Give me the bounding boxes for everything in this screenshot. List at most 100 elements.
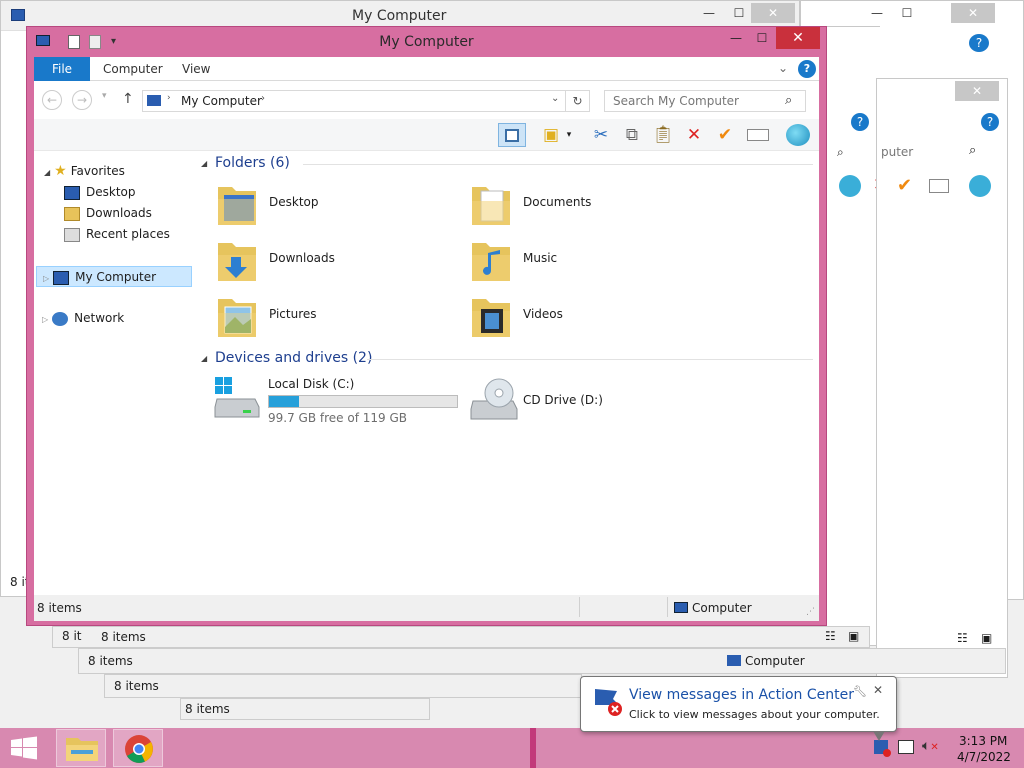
folder-desktop[interactable]: Desktop (215, 179, 455, 231)
help-icon[interactable]: ? (798, 60, 816, 78)
delete-icon[interactable]: ✕ (680, 123, 708, 147)
search-icon[interactable]: ⌕ (837, 145, 844, 160)
nav-network[interactable]: ▷ Network (42, 308, 124, 328)
folders-group-header[interactable]: Folders (6) (215, 155, 290, 171)
volume-muted-icon[interactable]: 🔈︎✕ (922, 738, 939, 754)
window-status-bar: 8 items Computer ⋰ (34, 595, 819, 621)
documents-folder-icon (469, 179, 513, 227)
start-button[interactable] (0, 728, 48, 768)
drive-local-disk[interactable]: Local Disk (C:) 99.7 GB free of 119 GB (213, 371, 463, 427)
details-view-icon[interactable]: ☷ (825, 629, 836, 643)
taskbar-open-window-strip[interactable] (530, 728, 536, 768)
preview-pane-icon[interactable] (498, 123, 526, 147)
properties-icon[interactable] (929, 179, 949, 193)
expand-icon[interactable]: ▷ (43, 274, 49, 283)
drive-cd[interactable]: CD Drive (D:) (469, 371, 709, 427)
maximize-button[interactable]: ☐ (747, 27, 777, 49)
clock-date[interactable]: 4/7/2022 (957, 750, 1011, 764)
devices-group-header[interactable]: Devices and drives (2) (215, 350, 372, 366)
collapse-folders-icon[interactable]: ◢ (201, 159, 207, 168)
check-icon[interactable]: ✔ (711, 123, 739, 147)
content-pane: ◢ Folders (6) Desktop Documents Download… (199, 151, 819, 591)
resize-grip-icon[interactable]: ⋰ (806, 607, 815, 617)
folder-music[interactable]: Music (469, 235, 709, 287)
checkout-folder-icon[interactable]: ▣ (537, 123, 565, 147)
folder-pictures[interactable]: Pictures (215, 291, 455, 343)
details-view-icon[interactable]: ☷ (957, 631, 968, 645)
action-center-flag-icon[interactable] (874, 740, 891, 757)
explorer-body: File Computer View ⌄ ? ← → ▾ ↑ › My Comp… (34, 57, 819, 620)
folder-videos[interactable]: Videos (469, 291, 709, 343)
star-icon: ★ (54, 163, 67, 179)
shell-icon[interactable] (839, 175, 861, 197)
shell-icon[interactable] (969, 175, 991, 197)
action-center-flag-icon (595, 689, 622, 716)
search-input-fragment[interactable]: puter (881, 145, 913, 159)
notification-title[interactable]: View messages in Action Center (629, 687, 854, 703)
forward-arrow-icon[interactable]: → (72, 90, 92, 110)
notification-settings-icon[interactable]: 🔧︎ (853, 685, 867, 698)
nav-downloads[interactable]: Downloads (64, 203, 152, 223)
check-icon[interactable]: ✔ (897, 175, 912, 196)
address-sep-icon: › (167, 93, 171, 103)
minimize-button[interactable]: — (693, 3, 725, 23)
tab-computer[interactable]: Computer (90, 57, 176, 81)
nav-desktop[interactable]: Desktop (64, 182, 136, 202)
pictures-folder-icon (215, 291, 259, 339)
shell-icon[interactable] (784, 123, 812, 147)
help-icon[interactable]: ? (851, 113, 869, 131)
address-dropdown-icon[interactable]: ⌄ (551, 93, 559, 104)
tab-view[interactable]: View (169, 57, 223, 81)
recent-locations-icon[interactable]: ▾ (102, 91, 107, 101)
action-center-notification[interactable]: View messages in Action Center Click to … (580, 676, 897, 741)
help-icon[interactable]: ? (969, 34, 989, 52)
search-icon[interactable]: ⌕ (969, 143, 976, 158)
tab-file[interactable]: File (34, 57, 90, 81)
title-bar[interactable]: ▾ My Computer — ☐ ✕ (27, 27, 826, 57)
refresh-icon[interactable]: ↻ (566, 90, 590, 112)
copy-icon[interactable]: ⧉ (618, 123, 646, 147)
minimize-button[interactable]: — (861, 3, 893, 23)
address-input[interactable]: › My Computer › ⌄ (142, 90, 566, 112)
expand-ribbon-icon[interactable]: ⌄ (778, 61, 788, 75)
desktop-icon (64, 185, 80, 200)
close-button[interactable]: ✕ (751, 3, 795, 23)
nav-favorites[interactable]: ◢ ★ Favorites (44, 161, 125, 181)
cut-icon[interactable]: ✂ (587, 123, 615, 147)
large-icons-view-icon[interactable]: ▣ (981, 631, 992, 645)
address-path[interactable]: My Computer (181, 94, 262, 108)
properties-icon[interactable] (744, 123, 772, 147)
nav-desktop-label: Desktop (86, 185, 136, 199)
status-location: Computer (692, 601, 752, 615)
back-arrow-icon[interactable]: ← (42, 90, 62, 110)
taskbar-chrome[interactable] (113, 729, 163, 767)
close-button[interactable]: ✕ (776, 27, 820, 49)
notification-body: Click to view messages about your comput… (629, 708, 880, 721)
network-tray-icon[interactable] (898, 740, 914, 754)
collapse-icon[interactable]: ◢ (44, 168, 50, 177)
help-icon[interactable]: ? (981, 113, 999, 131)
folder-downloads[interactable]: Downloads (215, 235, 455, 287)
collapse-devices-icon[interactable]: ◢ (201, 354, 207, 363)
dropdown-icon[interactable]: ▾ (562, 123, 576, 147)
taskbar-file-explorer[interactable] (56, 729, 106, 767)
folder-documents[interactable]: Documents (469, 179, 709, 231)
folder-videos-label: Videos (523, 307, 563, 321)
large-icons-view-icon[interactable]: ▣ (848, 629, 859, 643)
nav-my-computer[interactable]: ▷ My Computer (36, 266, 192, 287)
clock-time[interactable]: 3:13 PM (959, 734, 1007, 748)
notification-close-button[interactable]: ✕ (873, 683, 883, 697)
maximize-button[interactable]: ☐ (891, 3, 923, 23)
up-arrow-icon[interactable]: ↑ (122, 91, 134, 107)
nav-recent-places[interactable]: Recent places (64, 224, 170, 244)
paste-icon[interactable]: 📋︎ (649, 123, 677, 147)
cd-drive-name: CD Drive (D:) (523, 393, 603, 407)
music-folder-icon (469, 235, 513, 283)
expand-icon[interactable]: ▷ (42, 315, 48, 324)
address-bar-row: ← → ▾ ↑ › My Computer › ⌄ ↻ Search My Co… (34, 81, 819, 119)
close-button[interactable]: ✕ (955, 81, 999, 101)
address-chevron-icon[interactable]: › (261, 93, 265, 104)
search-icon[interactable]: ⌕ (785, 93, 792, 108)
close-button[interactable]: ✕ (951, 3, 995, 23)
search-input[interactable]: Search My Computer ⌕ (604, 90, 806, 112)
